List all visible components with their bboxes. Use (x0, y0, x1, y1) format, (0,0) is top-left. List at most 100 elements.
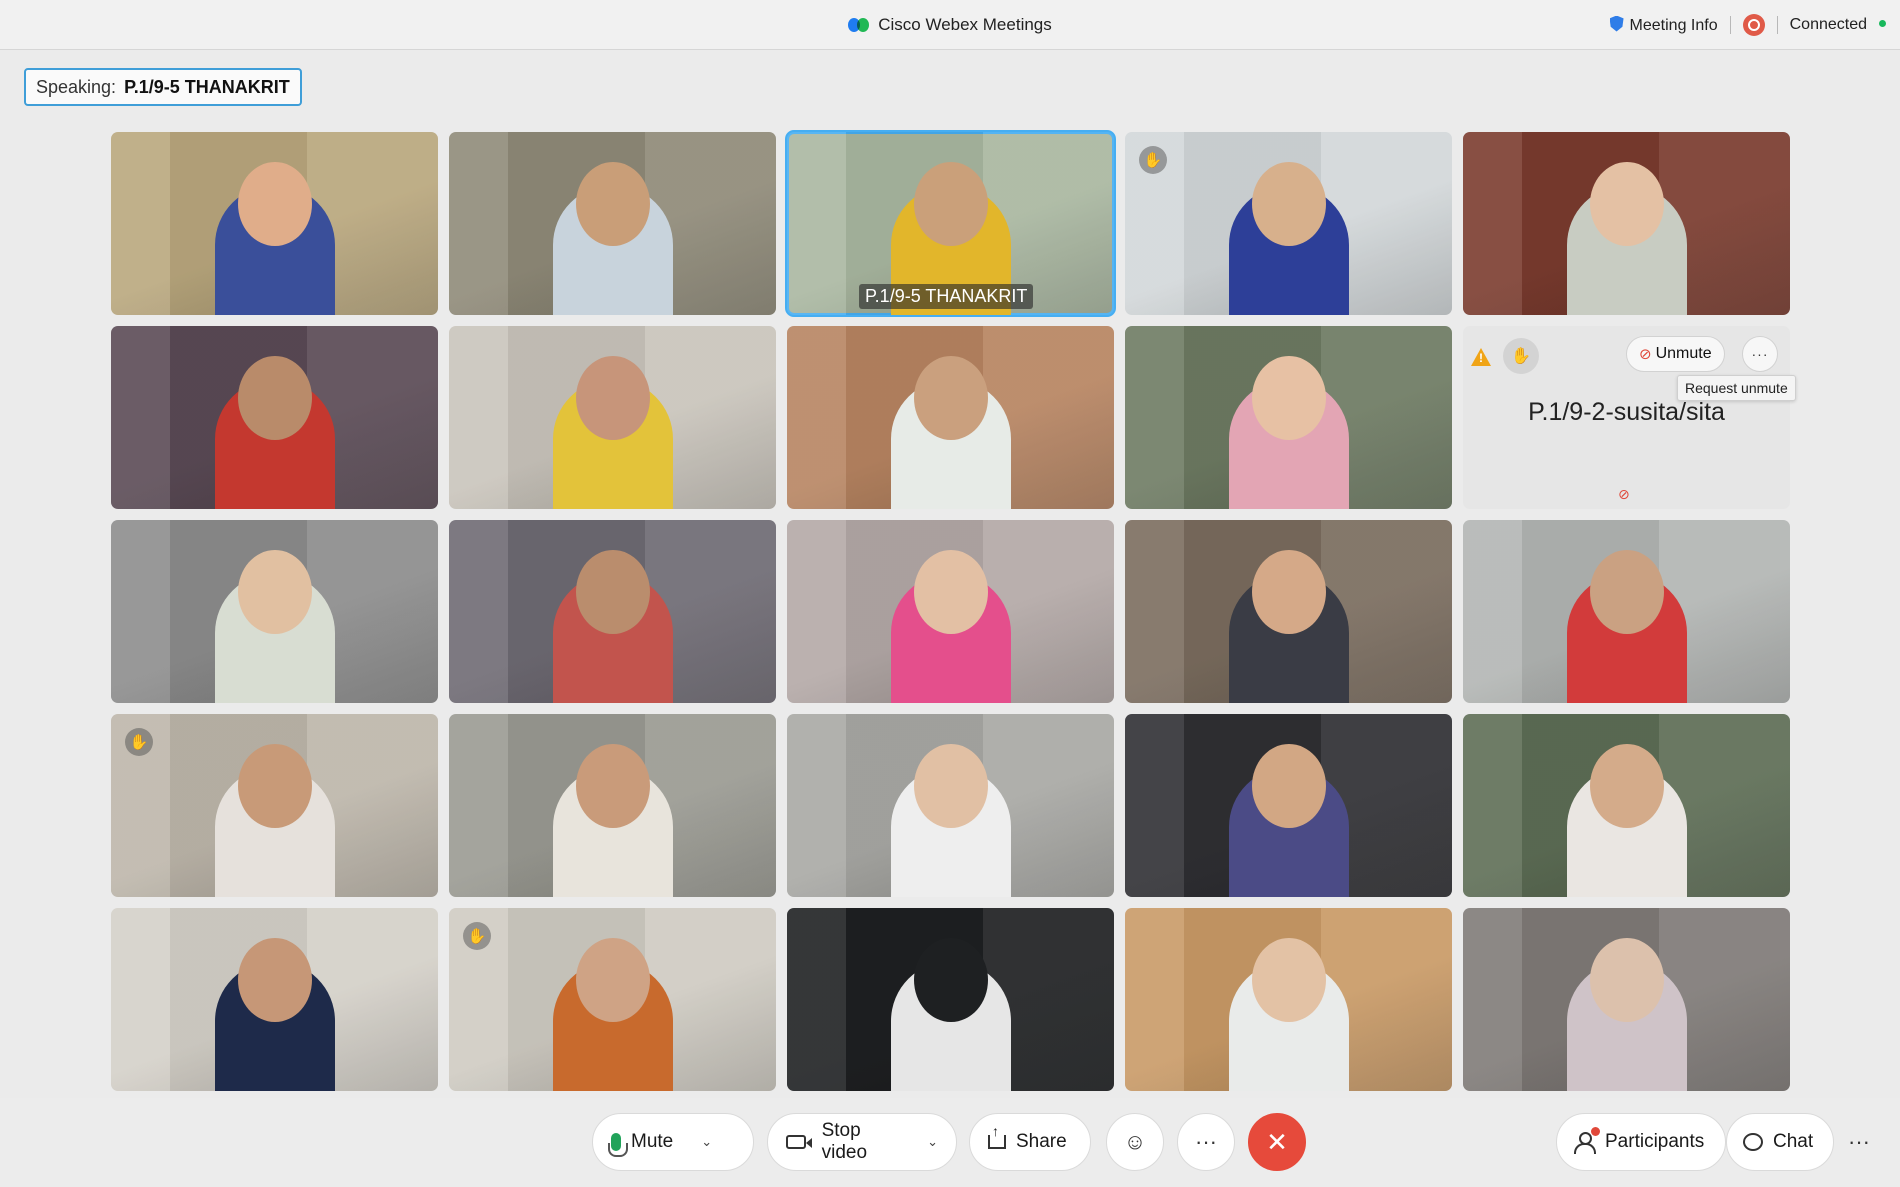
participant-head (1589, 744, 1664, 828)
participant-tile[interactable] (111, 132, 438, 315)
tile-more-button[interactable]: ··· (1742, 336, 1778, 372)
camera-icon (786, 1135, 812, 1149)
participant-head (913, 550, 988, 634)
participant-tile[interactable] (1125, 714, 1452, 897)
participant-tile[interactable] (111, 326, 438, 509)
stop-video-button[interactable]: Stop video ⌄ (767, 1113, 957, 1171)
toolbar-more-button[interactable]: ··· (1830, 1113, 1888, 1171)
participant-tile[interactable]: ✋ (111, 714, 438, 897)
participant-head (237, 162, 312, 246)
app-title: Cisco Webex Meetings (878, 15, 1052, 34)
participant-head (1251, 550, 1326, 634)
speaking-name: P.1/9-5 THANAKRIT (124, 76, 290, 97)
participant-head (575, 356, 650, 440)
participant-tile[interactable] (449, 714, 776, 897)
share-label: Share (1016, 1131, 1067, 1152)
participant-head (913, 938, 988, 1022)
chevron-down-icon[interactable]: ⌄ (701, 1134, 712, 1150)
participant-tile[interactable]: ✋⊘Unmute···P.1/9-2-susita/sita⊘ (1463, 326, 1790, 509)
participant-head (237, 550, 312, 634)
participant-tile[interactable] (1125, 908, 1452, 1091)
raised-hand-icon: ✋ (463, 922, 491, 950)
chevron-down-icon[interactable]: ⌄ (927, 1134, 938, 1150)
warning-icon (1471, 348, 1491, 366)
meeting-toolbar: Mute ⌄ Stop video ⌄ Share ☺ ··· ✕ Partic… (0, 1098, 1900, 1187)
microphone-icon (608, 1133, 628, 1157)
notification-dot (1591, 1127, 1600, 1136)
participant-tile[interactable] (111, 908, 438, 1091)
connected-dot-icon (1879, 20, 1886, 27)
raised-hand-icon: ✋ (1139, 146, 1167, 174)
meeting-info-button[interactable]: Meeting Info (1609, 15, 1718, 35)
participant-name: P.1/9-5 THANAKRIT (859, 284, 1034, 309)
speaking-label: Speaking: (36, 76, 117, 97)
participant-head (913, 356, 988, 440)
more-icon: ··· (1848, 1129, 1870, 1154)
divider (1729, 16, 1731, 34)
participant-head (1589, 162, 1664, 246)
participants-label: Participants (1605, 1131, 1705, 1152)
mute-label: Mute (631, 1131, 674, 1152)
participant-tile[interactable]: ✋ (1125, 132, 1452, 315)
participant-head (1251, 744, 1326, 828)
participant-head (1589, 550, 1664, 634)
stop-video-label: Stop video (821, 1120, 868, 1163)
participant-head (1251, 162, 1326, 246)
participant-head (1589, 938, 1664, 1022)
more-icon: ··· (1195, 1129, 1217, 1154)
title-right-group: Meeting Info Connected (1609, 0, 1886, 50)
participant-tile[interactable] (1125, 520, 1452, 703)
participant-tile[interactable] (449, 520, 776, 703)
chat-icon (1743, 1133, 1763, 1151)
share-button[interactable]: Share (969, 1113, 1091, 1171)
participant-tile[interactable] (787, 714, 1114, 897)
participant-tile[interactable] (449, 132, 776, 315)
participant-tile[interactable] (1463, 908, 1790, 1091)
webex-logo-icon (848, 17, 870, 33)
raised-hand-icon: ✋ (125, 728, 153, 756)
mic-off-icon: ⊘ (1618, 486, 1630, 502)
leave-meeting-button[interactable]: ✕ (1248, 1113, 1306, 1171)
chat-label: Chat (1773, 1131, 1814, 1152)
recording-icon[interactable] (1742, 14, 1765, 36)
meeting-info-label: Meeting Info (1629, 16, 1718, 34)
title-bar: Cisco Webex Meetings Meeting Info Connec… (0, 0, 1900, 50)
more-options-button[interactable]: ··· (1177, 1113, 1235, 1171)
participant-head (237, 744, 312, 828)
mic-off-icon: ⊘ (1639, 346, 1652, 363)
participant-tile[interactable] (1125, 326, 1452, 509)
unmute-button[interactable]: ⊘ Unmute (1626, 336, 1725, 372)
participant-tile[interactable] (111, 520, 438, 703)
connection-status-label: Connected (1789, 16, 1867, 33)
unmute-label: Unmute (1655, 345, 1712, 362)
chat-button[interactable]: Chat (1726, 1113, 1834, 1171)
request-unmute-tooltip: Request unmute (1677, 375, 1796, 401)
connection-status: Connected (1790, 16, 1886, 34)
participant-tile[interactable] (1463, 520, 1790, 703)
participant-tile[interactable] (787, 908, 1114, 1091)
participants-icon (1573, 1127, 1600, 1154)
participant-head (913, 162, 988, 246)
participant-tile[interactable]: ✋ (449, 908, 776, 1091)
participant-head (237, 938, 312, 1022)
participants-button[interactable]: Participants (1556, 1113, 1726, 1171)
participant-tile[interactable] (787, 520, 1114, 703)
participant-tile[interactable]: P.1/9-5 THANAKRIT (785, 130, 1116, 317)
participant-head (575, 744, 650, 828)
participant-head (575, 550, 650, 634)
participant-tile[interactable] (449, 326, 776, 509)
reactions-button[interactable]: ☺ (1106, 1113, 1164, 1171)
participant-head (575, 938, 650, 1022)
participant-head (575, 162, 650, 246)
participant-tile[interactable] (1463, 132, 1790, 315)
participant-head (913, 744, 988, 828)
participant-head (1251, 356, 1326, 440)
smiley-icon: ☺ (1123, 1129, 1147, 1154)
mute-button[interactable]: Mute ⌄ (592, 1113, 754, 1171)
divider (1776, 16, 1778, 34)
lower-hand-icon[interactable]: ✋ (1503, 338, 1539, 374)
participant-tile[interactable] (787, 326, 1114, 509)
participant-tile[interactable] (1463, 714, 1790, 897)
speaking-indicator: Speaking: P.1/9-5 THANAKRIT (24, 68, 302, 106)
close-icon: ✕ (1266, 1126, 1288, 1157)
